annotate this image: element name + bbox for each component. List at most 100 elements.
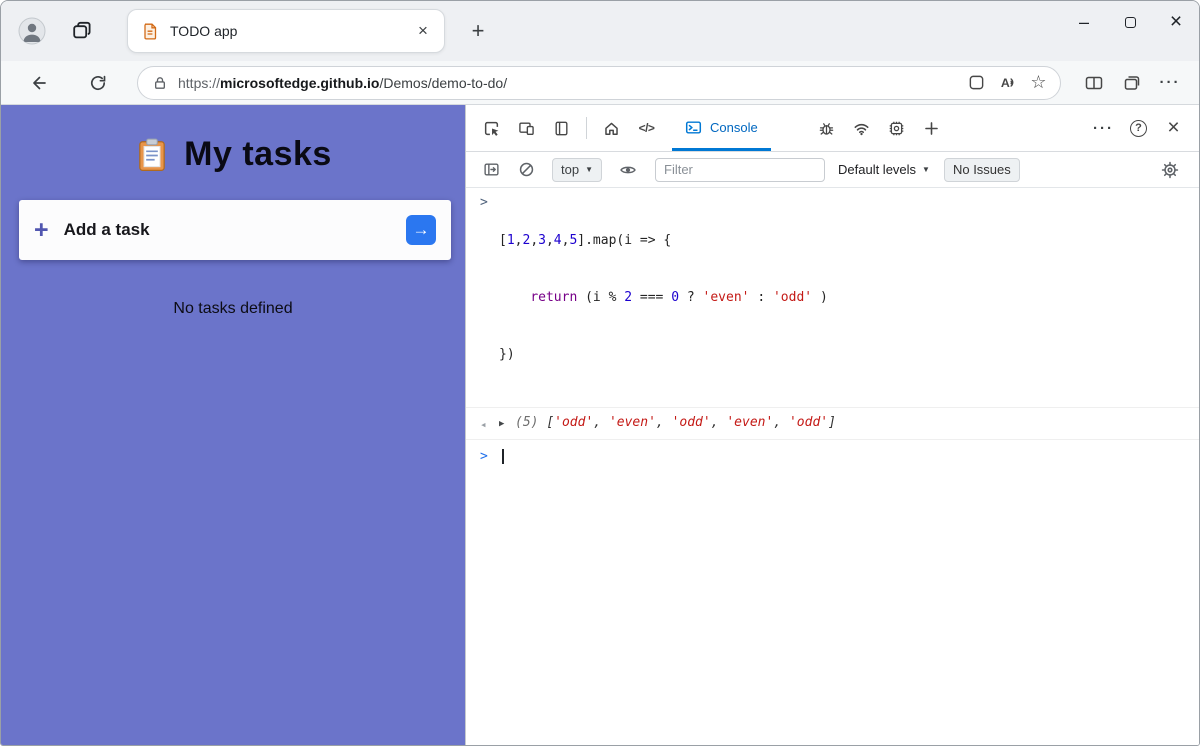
console-filter-input[interactable]	[655, 158, 825, 182]
profile-button[interactable]	[17, 16, 47, 46]
console-sidebar-icon	[483, 161, 500, 178]
empty-tasks-message: No tasks defined	[1, 300, 465, 318]
close-devtools-button[interactable]: ×	[1156, 111, 1191, 145]
console-icon	[685, 119, 702, 136]
read-aloud-button[interactable]: A	[992, 68, 1023, 98]
collections-button[interactable]	[1113, 65, 1151, 101]
code-brackets-icon: </>	[639, 121, 655, 135]
tab-console[interactable]: Console	[672, 105, 771, 151]
welcome-tab-button[interactable]	[594, 111, 629, 145]
refresh-button[interactable]	[79, 65, 117, 101]
browser-menu-button[interactable]: ···	[1151, 65, 1189, 101]
browser-tab[interactable]: TODO app ×	[127, 9, 445, 53]
arrow-right-icon: →	[413, 220, 430, 240]
minimize-button[interactable]: –	[1061, 1, 1107, 43]
clear-console-button[interactable]	[509, 153, 544, 187]
add-task-input[interactable]: Add a task	[64, 220, 150, 240]
close-icon: ×	[1167, 116, 1179, 140]
split-screen-icon	[1084, 73, 1104, 93]
network-conditions-button[interactable]	[844, 111, 879, 145]
todo-app-page: My tasks + Add a task → No tasks defined	[1, 105, 465, 745]
memory-inspector-button[interactable]	[879, 111, 914, 145]
focus-mode-icon	[553, 120, 570, 137]
console-toolbar: top ▼ Default levels ▼ No Issues	[466, 152, 1199, 188]
more-tabs-button[interactable]	[914, 111, 949, 145]
log-levels-dropdown[interactable]: Default levels ▼	[838, 162, 930, 177]
expand-array-icon[interactable]: ▶	[499, 413, 515, 434]
inspect-element-button[interactable]	[474, 111, 509, 145]
plus-icon: +	[34, 218, 49, 243]
url-text: https://microsoftedge.github.io/Demos/de…	[178, 75, 961, 91]
split-screen-button[interactable]	[1075, 65, 1113, 101]
issues-label: No Issues	[953, 162, 1011, 177]
window-controls: – ×	[1061, 1, 1199, 43]
devtools-help-button[interactable]: ?	[1121, 111, 1156, 145]
svg-text:A: A	[1001, 76, 1010, 90]
log-levels-label: Default levels	[838, 162, 916, 177]
text-caret	[502, 449, 504, 464]
tab-title: TODO app	[170, 23, 410, 39]
ellipsis-icon: ···	[1160, 74, 1181, 91]
tab-close-button[interactable]: ×	[410, 18, 436, 44]
chevron-down-icon: ▼	[922, 165, 930, 174]
devtools-menu-button[interactable]: ···	[1086, 111, 1121, 145]
avatar-icon	[18, 17, 46, 45]
debug-button[interactable]	[809, 111, 844, 145]
elements-tab-button[interactable]: </>	[629, 111, 664, 145]
new-tab-button[interactable]: +	[461, 14, 495, 48]
toolbar-separator	[586, 117, 587, 139]
console-prompt[interactable]: >	[466, 440, 1199, 471]
star-icon: ☆	[1030, 72, 1046, 93]
tab-actions-button[interactable]	[67, 16, 97, 46]
devtools-toolbar-right: ··· ? ×	[1086, 111, 1191, 145]
address-bar[interactable]: https://microsoftedge.github.io/Demos/de…	[137, 66, 1061, 100]
console-input-chevron-icon: >	[480, 193, 499, 212]
home-icon	[603, 120, 620, 137]
devtools-toolbar: </> Console	[466, 105, 1199, 152]
favorites-button[interactable]: ☆	[1023, 68, 1054, 98]
back-arrow-icon	[28, 73, 48, 93]
lock-icon	[151, 74, 169, 92]
navigation-bar: https://microsoftedge.github.io/Demos/de…	[1, 61, 1199, 105]
console-log[interactable]: > [1,2,3,4,5].map(i => { return (i % 2 =…	[466, 188, 1199, 745]
add-task-submit-button[interactable]: →	[406, 215, 436, 245]
console-input-code: [1,2,3,4,5].map(i => { return (i % 2 ===…	[499, 193, 828, 402]
console-tab-label: Console	[710, 120, 758, 135]
javascript-context-selector[interactable]: top ▼	[552, 158, 602, 182]
tab-actions-icon	[71, 20, 93, 42]
ellipsis-icon: ···	[1093, 120, 1114, 137]
focus-mode-button[interactable]	[544, 111, 579, 145]
bug-icon	[818, 120, 835, 137]
collections-icon	[1122, 73, 1142, 93]
add-task-card[interactable]: + Add a task →	[19, 200, 451, 260]
back-button[interactable]	[19, 65, 57, 101]
console-result-entry: ◂ ▶ (5) ['odd', 'even', 'odd', 'even', '…	[466, 408, 1199, 440]
chevron-down-icon: ▼	[585, 165, 593, 174]
console-result-value[interactable]: (5) ['odd', 'even', 'odd', 'even', 'odd'…	[515, 413, 836, 432]
context-label: top	[561, 162, 579, 177]
console-sidebar-button[interactable]	[474, 153, 509, 187]
maximize-button[interactable]	[1107, 1, 1153, 43]
tab-favicon-icon	[141, 22, 159, 40]
issues-counter[interactable]: No Issues	[944, 158, 1020, 182]
restore-icon	[1125, 17, 1136, 28]
plus-icon	[923, 120, 940, 137]
console-settings-button[interactable]	[1152, 153, 1187, 187]
result-marker-icon: ◂	[480, 413, 499, 434]
clipboard-icon	[134, 137, 170, 173]
read-aloud-icon: A	[998, 73, 1017, 92]
install-app-button[interactable]	[961, 68, 992, 98]
refresh-icon	[88, 73, 108, 93]
clear-icon	[518, 161, 535, 178]
app-header: My tasks	[1, 135, 465, 174]
help-icon: ?	[1130, 120, 1147, 137]
device-emulation-icon	[518, 120, 535, 137]
tab-strip: TODO app × + – ×	[1, 1, 1199, 61]
live-expression-button[interactable]	[610, 153, 645, 187]
browser-window: TODO app × + – ×	[0, 0, 1200, 746]
close-window-button[interactable]: ×	[1153, 1, 1199, 43]
device-emulation-button[interactable]	[509, 111, 544, 145]
url-path: /Demos/demo-to-do/	[379, 75, 507, 91]
inspect-cursor-icon	[483, 120, 500, 137]
console-input-entry: > [1,2,3,4,5].map(i => { return (i % 2 =…	[466, 188, 1199, 408]
